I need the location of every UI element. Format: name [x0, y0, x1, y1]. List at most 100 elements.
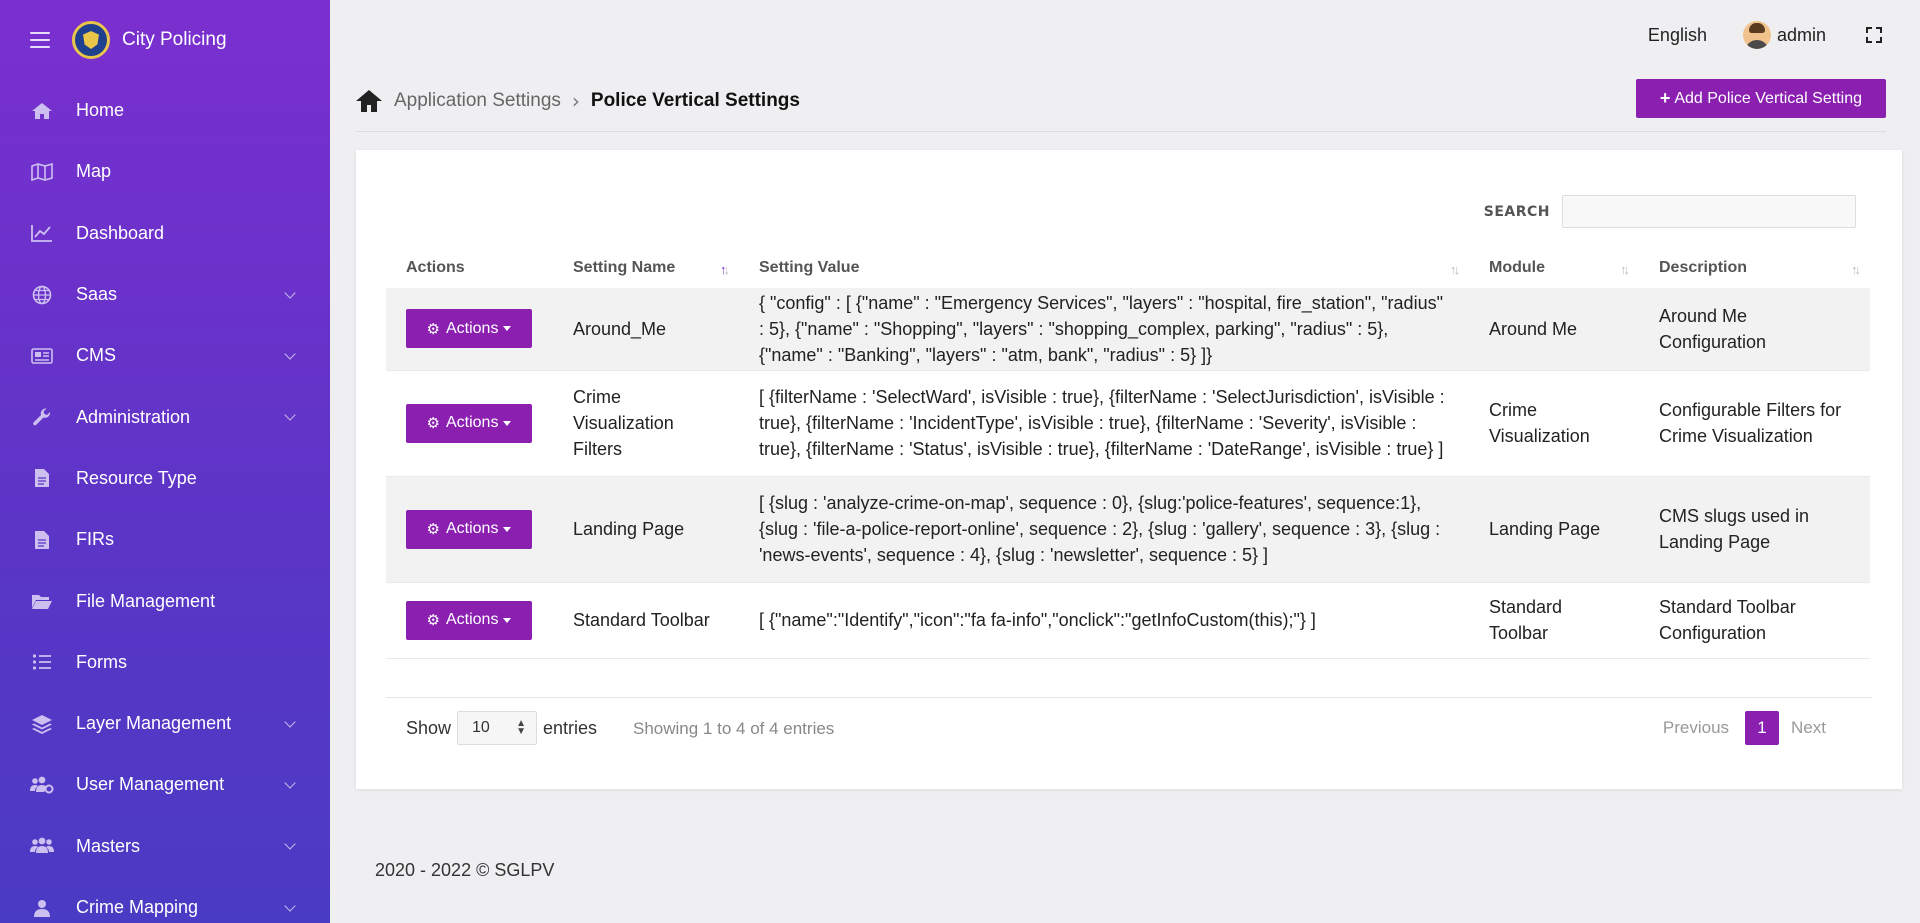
sidebar-item-label: Administration — [76, 406, 191, 427]
chevron-down-icon — [284, 838, 296, 850]
chevron-down-icon — [284, 715, 296, 728]
setting-value-cell: [ {slug : 'analyze-crime-on-map', sequen… — [739, 476, 1469, 583]
sidebar-item-label: Dashboard — [76, 222, 165, 243]
breadcrumb: Application Settings › Police Vertical S… — [356, 70, 1886, 132]
module-cell: Landing Page — [1469, 476, 1639, 583]
next-page-button[interactable]: Next — [1791, 718, 1826, 738]
settings-table: Actions Setting Name ↑↓ Setting Value ↑↓ M… — [386, 248, 1870, 659]
caret-down-icon — [503, 420, 512, 426]
breadcrumb-parent-link[interactable]: Application Settings — [394, 90, 561, 112]
table-row: ⚙ Actions Around_Me { "config" : [ {"name… — [386, 288, 1870, 371]
chart-line-icon — [30, 223, 54, 243]
sidebar-item-firs[interactable]: FIRs — [0, 509, 330, 570]
brand: City Policing — [0, 0, 330, 80]
setting-name-cell: Around_Me — [553, 288, 739, 371]
brand-name: City Policing — [122, 29, 227, 50]
column-header-setting-name[interactable]: Setting Name ↑↓ — [553, 248, 739, 288]
actions-dropdown-button[interactable]: ⚙ Actions — [406, 309, 532, 349]
sort-icon: ↑↓ — [1851, 262, 1861, 277]
show-label: Show — [406, 717, 452, 738]
users-cog-icon — [30, 775, 54, 795]
avatar — [1742, 21, 1771, 49]
actions-dropdown-button[interactable]: ⚙ Actions — [406, 600, 532, 640]
sidebar-item-dashboard[interactable]: Dashboard — [0, 203, 330, 264]
setting-name-cell: Landing Page — [553, 476, 739, 583]
fullscreen-icon[interactable] — [1866, 27, 1882, 43]
list-icon — [30, 652, 54, 672]
search-input[interactable] — [1562, 195, 1856, 228]
setting-value-cell: [ {"name":"Identify","icon":"fa fa-info"… — [739, 582, 1469, 659]
actions-cell: ⚙ Actions — [386, 582, 553, 659]
column-header-description[interactable]: Description ↑↓ — [1639, 248, 1870, 288]
chevron-down-icon — [284, 899, 296, 912]
sidebar-item-administration[interactable]: Administration — [0, 386, 330, 447]
caret-down-icon — [503, 326, 512, 332]
description-cell: Standard Toolbar Configuration — [1639, 582, 1870, 659]
chevron-down-icon — [284, 777, 296, 789]
description-cell: Configurable Filters for Crime Visualiza… — [1639, 370, 1870, 477]
user-icon — [30, 898, 54, 918]
police-badge-logo — [72, 21, 110, 59]
top-bar: English admin — [330, 0, 1920, 70]
sidebar-item-resource-type[interactable]: Resource Type — [0, 448, 330, 509]
gear-icon: ⚙ — [426, 320, 440, 338]
page-length-select[interactable]: 10 ▲ ▼ — [457, 711, 538, 745]
sidebar-item-map[interactable]: Map — [0, 141, 330, 202]
page-length-control: Show 10 ▲ ▼ entries — [406, 711, 597, 745]
add-police-vertical-setting-button[interactable]: + Add Police Vertical Setting — [1635, 79, 1886, 118]
plus-icon: + — [1659, 88, 1671, 108]
add-button-label: Add Police Vertical Setting — [1674, 89, 1862, 107]
column-header-label: Setting Value — [759, 259, 860, 276]
sidebar-item-label: Map — [76, 161, 112, 182]
table-info: Showing 1 to 4 of 4 entries — [633, 719, 835, 738]
sidebar-item-label: Layer Management — [76, 713, 232, 734]
sidebar-item-home[interactable]: Home — [0, 80, 330, 141]
username: admin — [1776, 24, 1826, 45]
sidebar-item-crime-mapping[interactable]: Crime Mapping — [0, 877, 330, 923]
sidebar-item-forms[interactable]: Forms — [0, 632, 330, 693]
actions-dropdown-button[interactable]: ⚙ Actions — [406, 509, 532, 549]
chevron-down-icon — [284, 286, 296, 299]
sidebar-item-layer-management[interactable]: Layer Management — [0, 693, 330, 754]
sidebar-item-label: User Management — [76, 774, 225, 795]
folder-open-icon — [30, 591, 54, 611]
sort-icon: ↑↓ — [1450, 262, 1460, 277]
chevron-right-icon: › — [571, 88, 580, 113]
column-header-actions: Actions — [406, 259, 465, 276]
previous-page-button[interactable]: Previous — [1663, 718, 1729, 738]
page-title: Police Vertical Settings — [590, 89, 800, 111]
copyright: 2020 - 2022 © SGLPV — [375, 860, 555, 880]
sort-asc-icon: ↑↓ — [720, 262, 730, 277]
description-cell: Around Me Configuration — [1639, 288, 1870, 371]
home-icon[interactable] — [356, 89, 382, 112]
divider — [386, 697, 1872, 698]
hamburger-menu-icon[interactable] — [30, 32, 50, 48]
column-header-setting-value[interactable]: Setting Value ↑↓ — [739, 248, 1469, 288]
sidebar-item-label: FIRs — [76, 529, 114, 550]
sidebar-item-user-management[interactable]: User Management — [0, 754, 330, 815]
setting-value-cell: { "config" : [ {"name" : "Emergency Serv… — [739, 288, 1469, 371]
page-1-button[interactable]: 1 — [1745, 711, 1780, 745]
column-header-module[interactable]: Module ↑↓ — [1469, 248, 1639, 288]
actions-dropdown-button[interactable]: ⚙ Actions — [406, 403, 532, 443]
module-cell: Crime Visualization — [1469, 370, 1639, 477]
caret-down-icon — [503, 526, 512, 532]
sidebar-item-label: Home — [76, 100, 125, 121]
language-selector[interactable]: English — [1648, 25, 1707, 46]
actions-label: Actions — [445, 319, 499, 337]
table-row: ⚙ Actions Standard Toolbar [ {"name":"Ide… — [386, 582, 1870, 659]
caret-down-icon — [503, 617, 512, 623]
sidebar-item-saas[interactable]: Saas — [0, 264, 330, 325]
sidebar-item-label: Forms — [76, 651, 127, 672]
sidebar-item-cms[interactable]: CMS — [0, 325, 330, 386]
description-cell: CMS slugs used in Landing Page — [1639, 476, 1870, 583]
home-icon — [30, 101, 54, 121]
setting-name-cell: Standard Toolbar — [553, 582, 739, 659]
sidebar-item-masters[interactable]: Masters — [0, 816, 330, 877]
newspaper-icon — [30, 346, 54, 366]
sidebar-item-file-management[interactable]: File Management — [0, 570, 330, 631]
chevron-down-icon — [284, 348, 296, 360]
actions-label: Actions — [445, 520, 499, 537]
user-menu[interactable]: admin — [1742, 21, 1826, 49]
table-row: ⚙ Actions Landing Page [ {slug : 'analyze… — [386, 476, 1870, 583]
